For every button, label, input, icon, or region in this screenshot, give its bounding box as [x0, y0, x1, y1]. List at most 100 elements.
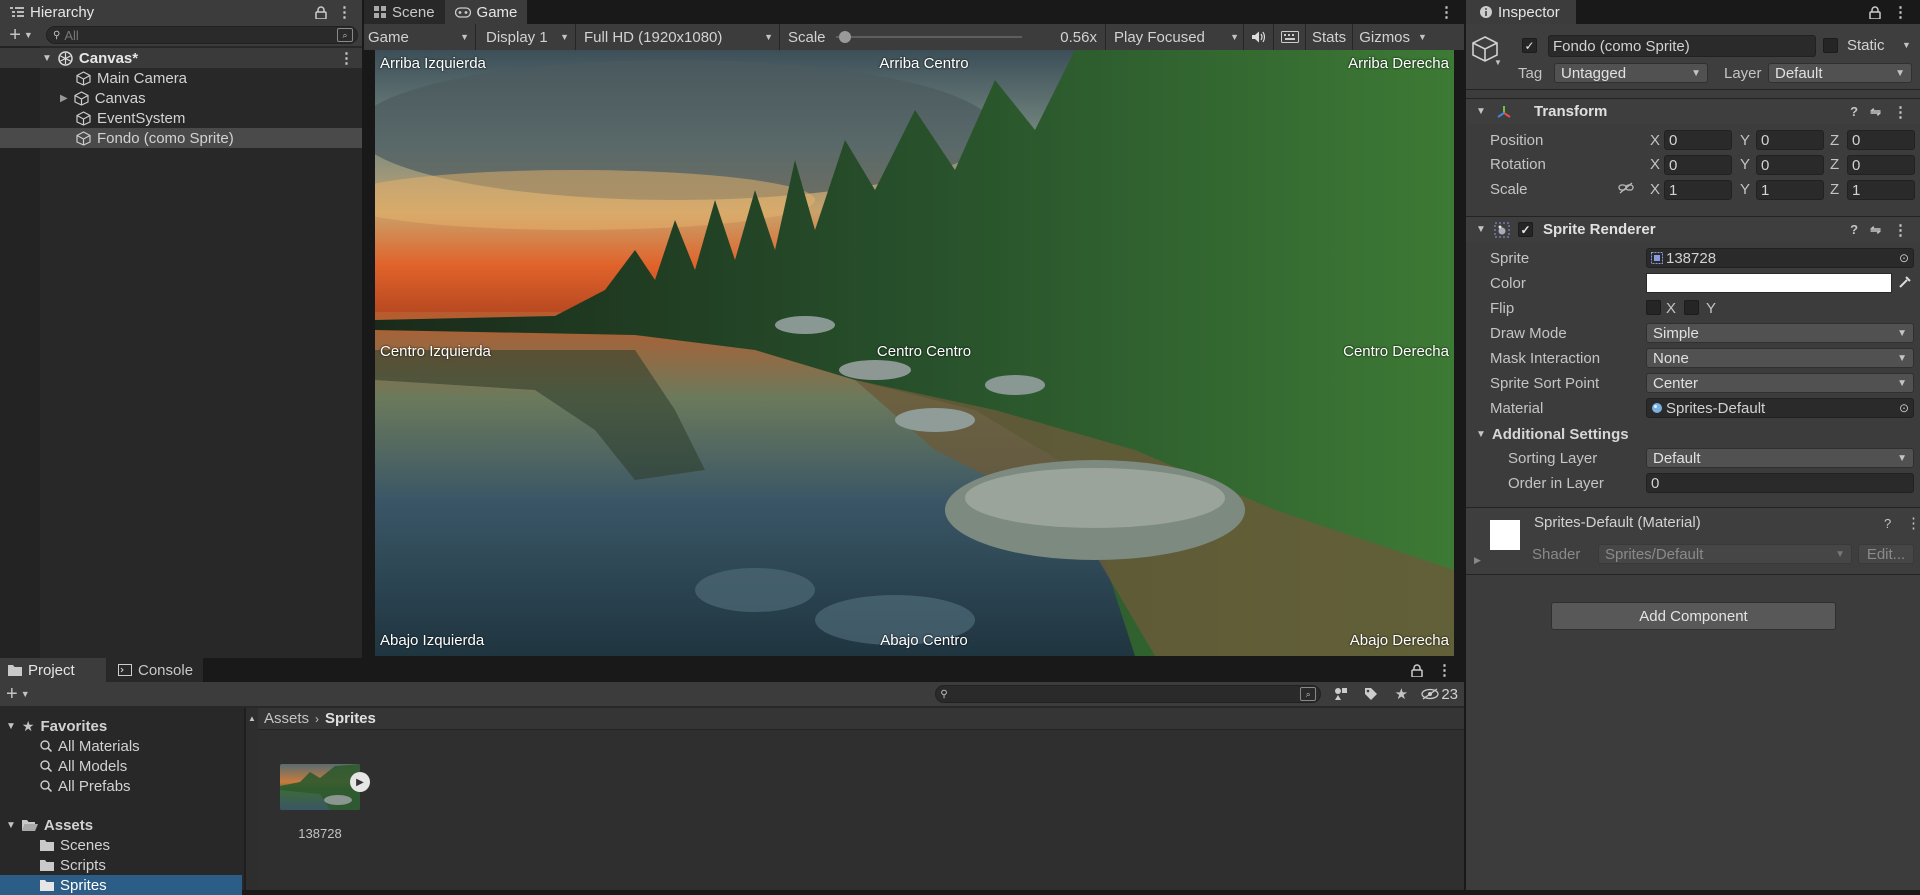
- tab-hierarchy[interactable]: Hierarchy ⋮: [0, 0, 362, 24]
- favorites-header[interactable]: ▼ ★ Favorites: [0, 716, 244, 736]
- project-scrollbar[interactable]: ▲: [246, 708, 258, 890]
- rotation-y-field[interactable]: 0: [1756, 155, 1824, 175]
- audio-speaker-icon[interactable]: [1244, 24, 1274, 50]
- tab-scene[interactable]: Scene: [364, 0, 445, 24]
- asset-tile[interactable]: ▶ 138728: [280, 764, 370, 844]
- preset-sliders-icon[interactable]: ⇋: [1870, 222, 1881, 238]
- play-icon[interactable]: ▶: [350, 772, 370, 792]
- flip-y-checkbox[interactable]: [1684, 300, 1699, 315]
- sprite-renderer-enabled-checkbox[interactable]: ✓: [1518, 222, 1533, 237]
- hierarchy-search-input[interactable]: ⚲ All ⌕: [46, 26, 358, 44]
- hierarchy-item-eventsystem[interactable]: EventSystem: [0, 108, 362, 128]
- kebab-menu-icon[interactable]: ⋮: [1906, 514, 1920, 532]
- draw-mode-dropdown[interactable]: Simple ▼: [1646, 323, 1914, 343]
- sprite-sort-point-dropdown[interactable]: Center ▼: [1646, 373, 1914, 393]
- kebab-menu-icon[interactable]: ⋮: [1437, 661, 1452, 679]
- search-filter-icon[interactable]: ⌕: [1300, 687, 1317, 701]
- add-component-button[interactable]: Add Component: [1551, 602, 1836, 630]
- tag-dropdown[interactable]: Untagged ▼: [1554, 63, 1708, 83]
- object-picker-icon[interactable]: ⊙: [1899, 401, 1909, 415]
- material-object-field[interactable]: Sprites-Default ⊙: [1646, 398, 1914, 418]
- tag-icon[interactable]: [1361, 687, 1381, 701]
- kebab-menu-icon[interactable]: ⋮: [337, 3, 352, 21]
- expand-arrow-icon[interactable]: ▼: [1474, 224, 1488, 235]
- favorite-item-models[interactable]: All Models: [0, 756, 244, 776]
- tab-game[interactable]: Game: [444, 0, 528, 24]
- hierarchy-item-canvas[interactable]: ▶ Canvas: [0, 88, 362, 108]
- breadcrumb-sprites[interactable]: Sprites: [325, 710, 376, 727]
- splitter-vertical-left[interactable]: [362, 0, 364, 658]
- breadcrumb-assets[interactable]: Assets: [264, 710, 309, 727]
- hierarchy-item-fondo[interactable]: Fondo (como Sprite): [0, 128, 362, 148]
- object-picker-icon[interactable]: ⊙: [1899, 251, 1909, 265]
- preset-sliders-icon[interactable]: ⇋: [1870, 104, 1881, 120]
- order-in-layer-field[interactable]: 0: [1646, 473, 1914, 493]
- object-name-input[interactable]: Fondo (como Sprite): [1548, 35, 1816, 57]
- tab-project[interactable]: Project: [0, 658, 106, 682]
- display-dropdown[interactable]: Display 1 ▼: [476, 24, 576, 50]
- scale-z-field[interactable]: 1: [1847, 180, 1915, 200]
- static-checkbox[interactable]: [1823, 38, 1838, 53]
- shader-dropdown[interactable]: Sprites/Default ▼: [1598, 544, 1852, 564]
- game-viewport[interactable]: Arriba Izquierda Arriba Centro Arriba De…: [364, 50, 1464, 658]
- splitter-vertical-right[interactable]: [1464, 0, 1466, 890]
- expand-arrow-icon[interactable]: ▼: [6, 820, 16, 831]
- chevron-down-icon[interactable]: ▼: [1494, 58, 1502, 67]
- filter-by-type-icon[interactable]: [1331, 687, 1351, 701]
- lock-icon[interactable]: [315, 5, 327, 19]
- additional-settings-foldout[interactable]: ▼ Additional Settings: [1476, 424, 1629, 444]
- favorite-item-materials[interactable]: All Materials: [0, 736, 244, 756]
- rotation-x-field[interactable]: 0: [1664, 155, 1732, 175]
- position-x-field[interactable]: 0: [1664, 130, 1732, 150]
- game-mode-dropdown[interactable]: Game ▼: [364, 24, 476, 50]
- help-icon[interactable]: ?: [1850, 222, 1858, 237]
- flip-x-checkbox[interactable]: [1646, 300, 1661, 315]
- folder-item-scripts[interactable]: Scripts: [0, 855, 244, 875]
- add-dropdown-icon[interactable]: + ▼: [6, 683, 30, 706]
- kebab-menu-icon[interactable]: ⋮: [1439, 0, 1454, 24]
- layer-dropdown[interactable]: Default ▼: [1768, 63, 1912, 83]
- hidden-eye-icon[interactable]: 23: [1421, 686, 1458, 703]
- kebab-menu-icon[interactable]: ⋮: [1893, 221, 1908, 239]
- mask-interaction-dropdown[interactable]: None ▼: [1646, 348, 1914, 368]
- kebab-menu-icon[interactable]: ⋮: [339, 49, 354, 67]
- search-filter-icon[interactable]: ⌕: [337, 28, 353, 42]
- scroll-up-arrow-icon[interactable]: ▲: [246, 714, 258, 723]
- expand-arrow-icon[interactable]: ▶: [60, 93, 68, 104]
- help-icon[interactable]: ?: [1884, 516, 1891, 531]
- constrain-proportions-link-icon[interactable]: [1618, 182, 1634, 194]
- hierarchy-item-canvas-scene[interactable]: ▼ Canvas* ⋮: [0, 48, 362, 68]
- sorting-layer-dropdown[interactable]: Default ▼: [1646, 448, 1914, 468]
- chevron-down-icon[interactable]: ▼: [1902, 40, 1911, 50]
- favorite-item-prefabs[interactable]: All Prefabs: [0, 776, 244, 796]
- expand-arrow-icon[interactable]: ▼: [1474, 106, 1488, 117]
- kebab-menu-icon[interactable]: ⋮: [1893, 3, 1908, 21]
- position-y-field[interactable]: 0: [1756, 130, 1824, 150]
- resolution-dropdown[interactable]: Full HD (1920x1080) ▼: [576, 24, 780, 50]
- expand-arrow-icon[interactable]: ▶: [1474, 555, 1481, 566]
- project-search-input[interactable]: ⚲ ⌕: [935, 685, 1322, 703]
- scale-x-field[interactable]: 1: [1664, 180, 1732, 200]
- keyboard-icon[interactable]: [1274, 24, 1306, 50]
- expand-arrow-icon[interactable]: ▼: [1476, 429, 1486, 440]
- folder-item-sprites[interactable]: Sprites: [0, 875, 242, 895]
- expand-arrow-icon[interactable]: ▼: [6, 721, 16, 732]
- star-icon[interactable]: ★: [1391, 685, 1411, 703]
- expand-arrow-icon[interactable]: ▼: [42, 53, 52, 64]
- active-checkbox[interactable]: ✓: [1522, 38, 1537, 53]
- assets-header[interactable]: ▼ Assets: [0, 815, 244, 835]
- add-dropdown-icon[interactable]: + ▼: [4, 24, 38, 47]
- sprite-renderer-header[interactable]: ▼ ✓ Sprite Renderer ? ⇋ ⋮: [1466, 216, 1920, 242]
- kebab-menu-icon[interactable]: ⋮: [1893, 103, 1908, 121]
- lock-icon[interactable]: [1869, 5, 1881, 19]
- gizmos-dropdown[interactable]: Gizmos ▼: [1353, 24, 1433, 50]
- folder-item-scenes[interactable]: Scenes: [0, 835, 244, 855]
- tab-inspector[interactable]: Inspector: [1466, 0, 1576, 24]
- edit-shader-button[interactable]: Edit...: [1858, 544, 1914, 564]
- play-mode-dropdown[interactable]: Play Focused ▼: [1106, 24, 1244, 50]
- tab-console[interactable]: Console: [106, 658, 204, 682]
- transform-header[interactable]: ▼ Transform ? ⇋ ⋮: [1466, 98, 1920, 124]
- eyedropper-icon[interactable]: [1898, 275, 1912, 289]
- position-z-field[interactable]: 0: [1847, 130, 1915, 150]
- help-icon[interactable]: ?: [1850, 104, 1858, 119]
